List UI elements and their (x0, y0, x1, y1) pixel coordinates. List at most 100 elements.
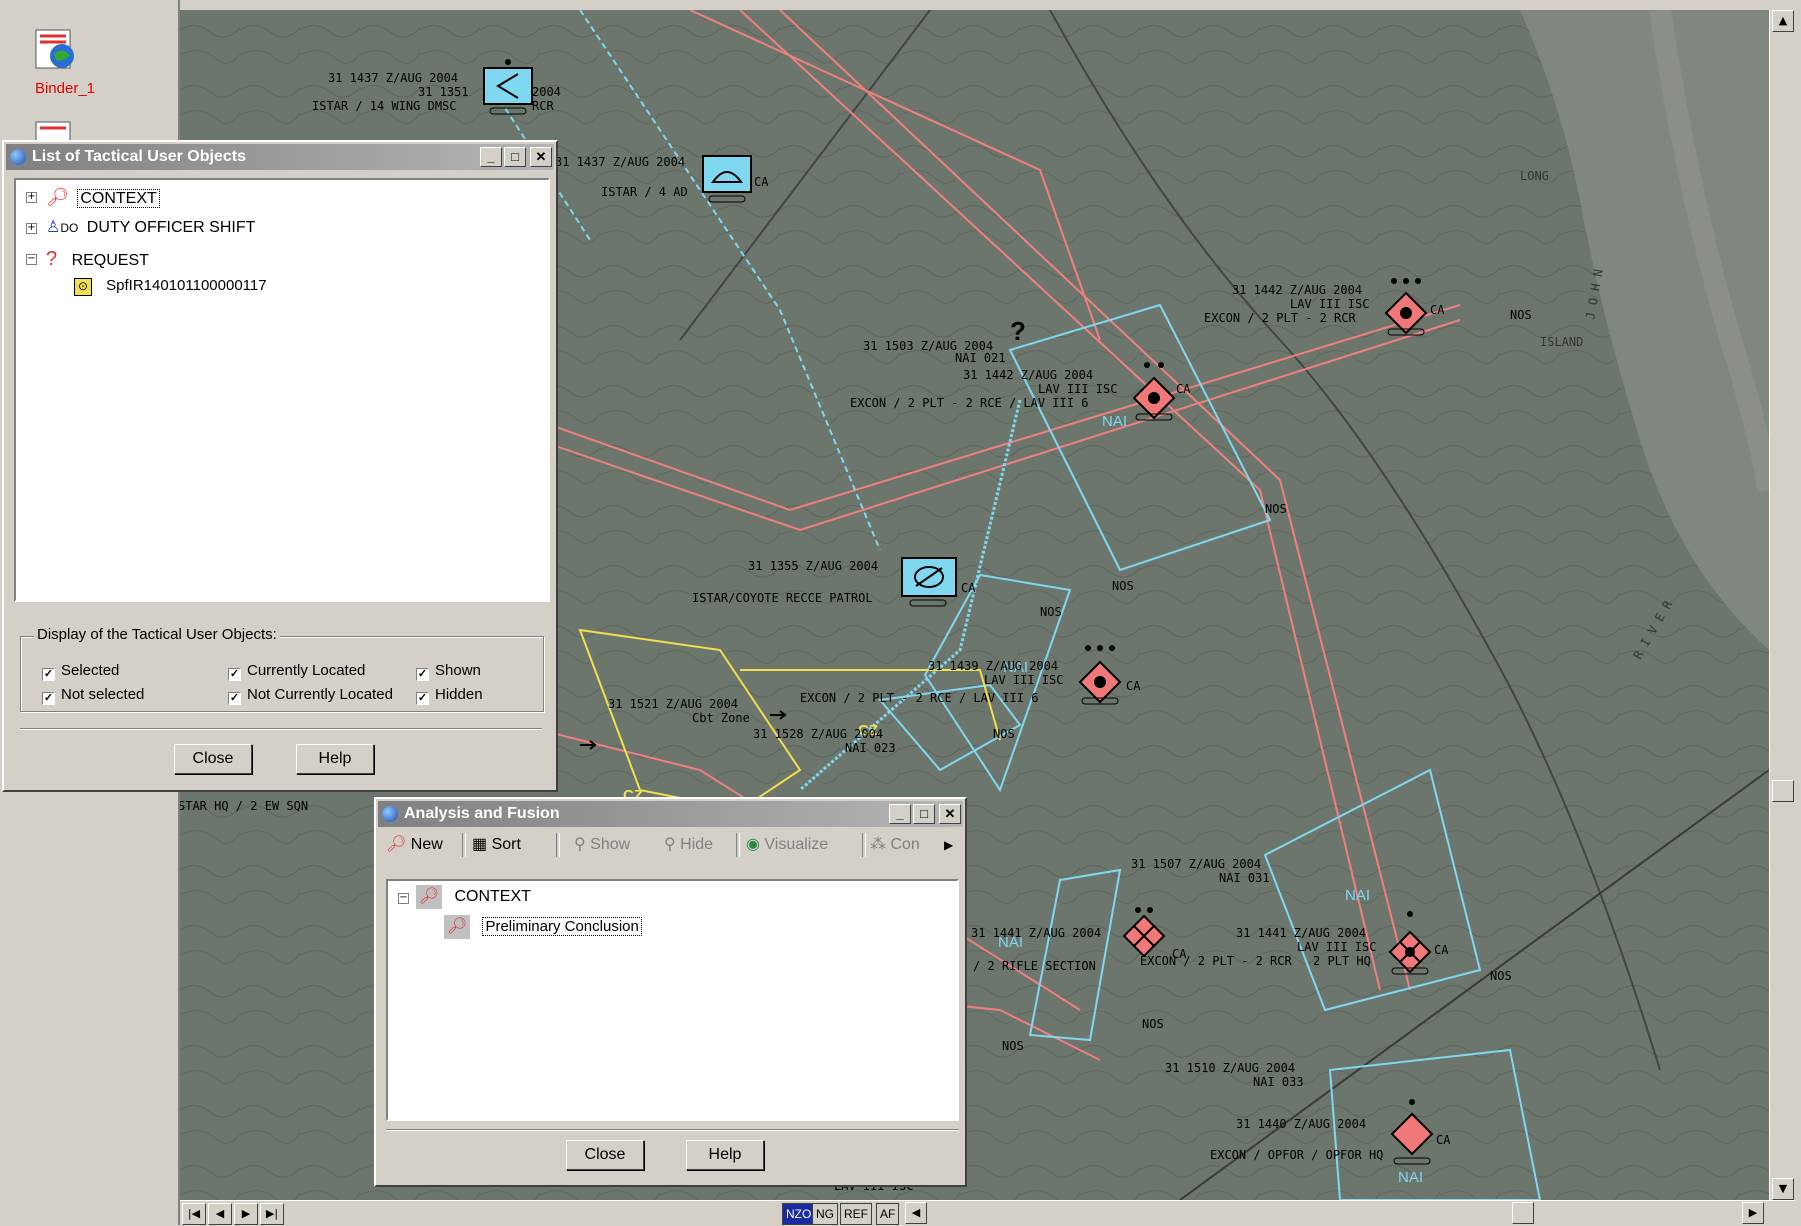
unit-name: NAI 021 (955, 351, 1006, 365)
next-page-icon[interactable]: ▶ (234, 1203, 258, 1225)
last-page-icon[interactable]: ▶| (260, 1203, 284, 1225)
tree-node-context[interactable]: 🔎︎ CONTEXT (46, 185, 160, 209)
tree-node-spfir[interactable]: ⊙ SpfIR140101100000117 (74, 274, 267, 298)
window-title: List of Tactical User Objects (32, 148, 246, 165)
collapse-icon[interactable]: − (26, 254, 37, 265)
first-page-icon[interactable]: |◀ (182, 1203, 206, 1225)
new-button[interactable]: 🔎︎ New (386, 829, 443, 861)
globe-icon (382, 806, 398, 822)
minimize-icon[interactable]: _ (480, 147, 502, 167)
currently-located-checkbox[interactable]: ✓ Currently Located (228, 662, 365, 681)
nos-label: NOS (1112, 579, 1134, 593)
help-button[interactable]: Help (296, 744, 374, 774)
maximize-icon[interactable]: □ (913, 804, 935, 824)
analysis-fusion-window: Analysis and Fusion _ □ ✕ 🔎︎ New ▦ Sort … (374, 797, 967, 1187)
not-currently-located-checkbox[interactable]: ✓ Not Currently Located (228, 686, 393, 705)
con-button[interactable]: ⁂ Con (870, 829, 920, 861)
magnifier-icon: 🔎︎ (444, 915, 470, 939)
close-icon[interactable]: ✕ (939, 804, 961, 824)
unit-name: LAV III ISC (1038, 382, 1117, 396)
layer-tag-af[interactable]: AF (876, 1203, 900, 1225)
magnifier-icon: 🔎︎ (416, 885, 442, 909)
unit-name: EXCON / 2 PLT - 2 RCR (1204, 311, 1356, 325)
analysis-toolbar: 🔎︎ New ▦ Sort ⚲ Show ⚲ Hide ◉ Visualize … (378, 829, 963, 861)
person-icon: ♙ (46, 219, 61, 236)
minimize-icon[interactable]: _ (889, 804, 911, 824)
hscroll-thumb[interactable] (1512, 1202, 1534, 1224)
tree-node-request[interactable]: ? REQUEST (46, 247, 149, 271)
tactical-window-titlebar[interactable]: List of Tactical User Objects _ □ ✕ (6, 144, 554, 170)
tree-node-duty-officer[interactable]: ♙DO DUTY OFFICER SHIFT (46, 216, 255, 240)
unit-name: NAI 031 (1219, 871, 1270, 885)
unit-dtg: 31 1440 Z/AUG 2004 (1236, 1117, 1366, 1131)
close-icon[interactable]: ✕ (530, 147, 552, 167)
visualize-button[interactable]: ◉ Visualize (746, 829, 828, 861)
hidden-checkbox[interactable]: ✓ Hidden (416, 686, 483, 705)
layer-tag-nzo[interactable]: NZO (782, 1203, 816, 1225)
close-button[interactable]: Close (566, 1140, 644, 1170)
unit-dtg: 2004 (532, 85, 561, 99)
unit-ca: CA (1436, 1133, 1451, 1147)
analysis-window-titlebar[interactable]: Analysis and Fusion _ □ ✕ (378, 801, 963, 827)
globe-icon: ◉ (746, 836, 760, 853)
grid-icon: ▦ (472, 836, 488, 853)
prev-page-icon[interactable]: ◀ (208, 1203, 232, 1225)
unit-name: Cbt Zone (692, 711, 750, 725)
shown-checkbox[interactable]: ✓ Shown (416, 662, 481, 681)
scroll-right-icon[interactable]: ▶ (1742, 1202, 1764, 1224)
unit-dtg: 31 1439 Z/AUG 2004 (928, 659, 1058, 673)
scroll-up-icon[interactable]: ▲ (1772, 10, 1794, 32)
sort-button[interactable]: ▦ Sort (472, 829, 521, 861)
not-selected-checkbox[interactable]: ✓ Not selected (42, 686, 144, 705)
nai-label: NAI (1102, 413, 1127, 430)
pin-icon: ⊙ (74, 278, 92, 296)
map-bottom-bar: |◀ ◀ ▶ ▶| NZO NG REF AF ◀ ▶ (180, 1200, 1795, 1226)
nos-label: NOS (1265, 502, 1287, 516)
unit-name: LAV III ISC (984, 673, 1063, 687)
scroll-down-icon[interactable]: ▼ (1772, 1178, 1794, 1200)
unit-ca: CA (754, 175, 769, 189)
unit-name: RCR (532, 99, 554, 113)
collapse-icon[interactable]: − (398, 893, 409, 904)
binder-icon[interactable] (32, 26, 82, 74)
layer-tag-ng[interactable]: NG (812, 1203, 838, 1225)
scroll-thumb[interactable] (1772, 780, 1794, 802)
toolbar-separator (556, 833, 560, 857)
unit-dtg: 31 1441 Z/AUG 2004 (971, 926, 1101, 940)
map-vertical-scrollbar[interactable]: ▲ ▼ (1769, 10, 1796, 1200)
question-icon: ? (46, 248, 58, 270)
unit-name: EXCON / 2 PLT - 2 RCE / LAV III 6 (850, 396, 1088, 410)
selected-checkbox[interactable]: ✓ Selected (42, 662, 119, 681)
unit-dtg: 31 1351 (418, 85, 469, 99)
help-button[interactable]: Help (686, 1140, 764, 1170)
binder-label[interactable]: Binder_1 (20, 80, 110, 97)
expand-icon[interactable]: + (26, 223, 37, 234)
show-button[interactable]: ⚲ Show (574, 829, 630, 861)
bulb-icon: ⚲ (574, 836, 586, 853)
maximize-icon[interactable]: □ (504, 147, 526, 167)
scroll-left-icon[interactable]: ◀ (905, 1202, 927, 1224)
layer-tag-ref[interactable]: REF (840, 1203, 872, 1225)
hide-button[interactable]: ⚲ Hide (664, 829, 713, 861)
tactical-objects-tree[interactable]: + 🔎︎ CONTEXT + ♙DO DUTY OFFICER SHIFT − … (14, 178, 550, 602)
island-label: ISLAND (1540, 335, 1583, 349)
toolbar-overflow-icon[interactable]: ▶ (944, 829, 953, 861)
unit-name: EXCON / OPFOR / OPFOR HQ (1210, 1148, 1383, 1162)
unit-name: / 2 RIFLE SECTION (973, 959, 1096, 973)
unit-dtg: 31 1441 Z/AUG 2004 (1236, 926, 1366, 940)
magnifier-icon: 🔎︎ (46, 187, 69, 207)
unit-dtg: 31 1528 Z/AUG 2004 (753, 727, 883, 741)
window-title: Analysis and Fusion (404, 805, 560, 822)
analysis-tree[interactable]: − 🔎︎ CONTEXT 🔎︎ Preliminary Conclusion (386, 879, 959, 1121)
nos-label: NOS (1490, 969, 1512, 983)
nos-label: NOS (1510, 308, 1532, 322)
tree-node-context[interactable]: 🔎︎ CONTEXT (416, 885, 531, 909)
unit-dtg: 31 1510 Z/AUG 2004 (1165, 1061, 1295, 1075)
unit-dtg: 31 1355 Z/AUG 2004 (748, 559, 878, 573)
nos-label: NOS (1002, 1039, 1024, 1053)
unit-name: EXCON / 2 PLT - 2 RCR (1140, 954, 1292, 968)
tree-node-preliminary-conclusion[interactable]: 🔎︎ Preliminary Conclusion (444, 915, 642, 939)
unit-dtg: 31 1437 Z/AUG 2004 (555, 155, 685, 169)
close-button[interactable]: Close (174, 744, 252, 774)
expand-icon[interactable]: + (26, 192, 37, 203)
